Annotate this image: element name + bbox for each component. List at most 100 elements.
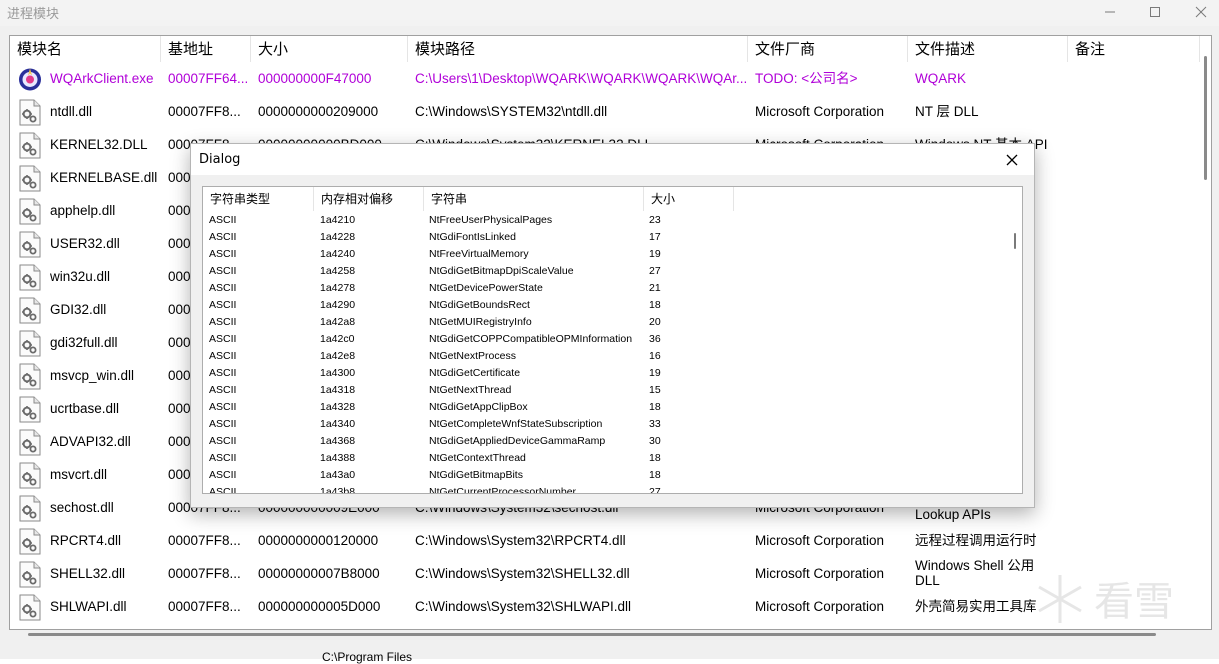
description-cell: NT 层 DLL — [915, 104, 979, 119]
col-header-base-address[interactable]: 基地址 — [161, 36, 251, 62]
dll-gear-icon — [19, 495, 41, 522]
module-row[interactable]: SHELL32.dll 00007FF8... 00000000007B8000 C:… — [10, 557, 1200, 590]
col-header-string-size[interactable]: 大小 — [644, 187, 734, 211]
window-title: 进程模块 — [7, 7, 60, 22]
maximize-button[interactable] — [1132, 0, 1178, 24]
string-row[interactable]: ASCII 1a4290 NtGdiGetBoundsRect 18 — [203, 297, 1008, 314]
string-row[interactable]: ASCII 1a4240 NtFreeVirtualMemory 19 — [203, 246, 1008, 263]
relative-offset-cell: 1a4228 — [320, 231, 356, 243]
module-name-cell: ntdll.dll — [50, 104, 93, 119]
minimize-button[interactable] — [1087, 0, 1133, 24]
string-size-cell: 27 — [649, 265, 661, 277]
string-value-cell: NtGetDevicePowerState — [429, 282, 543, 294]
module-row[interactable]: WQArkClient.exe 00007FF64... 000000000F470… — [10, 62, 1200, 95]
string-row[interactable]: ASCII 1a4300 NtGdiGetCertificate 19 — [203, 365, 1008, 382]
module-name-cell: apphelp.dll — [50, 203, 116, 218]
string-value-cell: NtGdiGetCertificate — [429, 367, 521, 379]
string-size-cell: 36 — [649, 333, 661, 345]
module-path-cell: C:\Windows\System32\SHLWAPI.dll — [415, 599, 632, 614]
size-cell: 000000000F47000 — [258, 71, 372, 86]
col-header-string[interactable]: 字符串 — [424, 187, 644, 211]
description-cell: WQARK — [915, 71, 967, 86]
relative-offset-cell: 1a4318 — [320, 384, 356, 396]
module-row[interactable]: RPCRT4.dll 00007FF8... 0000000000120000 C:\… — [10, 524, 1200, 557]
vertical-scrollbar[interactable] — [1207, 76, 1211, 629]
dialog-close-button[interactable] — [997, 148, 1027, 172]
string-list-scrollbar-thumb[interactable] — [1014, 233, 1016, 249]
hidden-row-path-text: C:\Program Files — [322, 650, 413, 664]
relative-offset-cell: 1a4328 — [320, 401, 356, 413]
string-size-cell: 33 — [649, 418, 661, 430]
relative-offset-cell: 1a4278 — [320, 282, 356, 294]
string-type-cell: ASCII — [209, 214, 237, 226]
string-size-cell: 27 — [649, 486, 661, 494]
string-type-cell: ASCII — [209, 452, 237, 464]
col-header-module-path[interactable]: 模块路径 — [408, 36, 748, 62]
module-name-cell: USER32.dll — [50, 236, 120, 251]
string-row[interactable]: ASCII 1a4278 NtGetDevicePowerState 21 — [203, 280, 1008, 297]
module-row[interactable]: ntdll.dll 00007FF8... 0000000000209000 C:\W… — [10, 95, 1200, 128]
col-header-string-type[interactable]: 字符串类型 — [203, 187, 314, 211]
string-row[interactable]: ASCII 1a4318 NtGetNextThread 15 — [203, 382, 1008, 399]
size-cell: 0000000000209000 — [258, 104, 379, 119]
string-row[interactable]: ASCII 1a43b8 NtGetCurrentProcessorNumber 27 — [203, 484, 1008, 494]
dll-gear-icon — [19, 198, 41, 225]
dll-gear-icon — [19, 396, 41, 423]
string-size-cell: 23 — [649, 214, 661, 226]
string-row[interactable]: ASCII 1a4368 NtGdiGetAppliedDeviceGammaRam… — [203, 433, 1008, 450]
module-path-cell: C:\Windows\System32\SHELL32.dll — [415, 566, 630, 581]
string-size-cell: 18 — [649, 452, 661, 464]
module-name-cell: msvcrt.dll — [50, 467, 107, 482]
vertical-scrollbar-thumb[interactable] — [1204, 56, 1207, 180]
string-list[interactable]: 字符串类型 内存相对偏移 字符串 大小 ASCII 1a4210 NtFreeUse… — [202, 186, 1023, 494]
string-row[interactable]: ASCII 1a42c0 NtGdiGetCOPPCompatibleOPMInfo… — [203, 331, 1008, 348]
string-type-cell: ASCII — [209, 333, 237, 345]
close-button[interactable] — [1178, 0, 1219, 24]
note-cell — [1075, 359, 1195, 392]
col-header-vendor[interactable]: 文件厂商 — [748, 36, 908, 62]
dll-gear-icon — [19, 462, 41, 489]
col-header-module-name[interactable]: 模块名 — [10, 36, 161, 62]
string-type-cell: ASCII — [209, 486, 237, 494]
base-address-cell: 00007FF8... — [168, 533, 241, 548]
relative-offset-cell: 1a4368 — [320, 435, 356, 447]
note-cell — [1075, 491, 1195, 524]
col-header-description[interactable]: 文件描述 — [908, 36, 1068, 62]
string-type-cell: ASCII — [209, 282, 237, 294]
note-cell — [1075, 161, 1195, 194]
string-row[interactable]: ASCII 1a43a0 NtGdiGetBitmapBits 18 — [203, 467, 1008, 484]
string-row[interactable]: ASCII 1a4210 NtFreeUserPhysicalPages 23 — [203, 212, 1008, 229]
string-value-cell: NtGdiFontIsLinked — [429, 231, 516, 243]
dll-gear-icon — [19, 132, 41, 159]
string-row[interactable]: ASCII 1a4388 NtGetContextThread 18 — [203, 450, 1008, 467]
watermark-text: 看雪 — [1094, 579, 1174, 625]
col-header-relative-offset[interactable]: 内存相对偏移 — [314, 187, 424, 211]
relative-offset-cell: 1a43b8 — [320, 486, 356, 494]
vendor-cell: TODO: <公司名> — [755, 71, 858, 86]
string-row[interactable]: ASCII 1a4228 NtGdiFontIsLinked 17 — [203, 229, 1008, 246]
module-list-header: 模块名 基地址 大小 模块路径 文件厂商 文件描述 备注 — [10, 36, 1200, 62]
col-header-note[interactable]: 备注 — [1068, 36, 1200, 62]
string-row[interactable]: ASCII 1a4340 NtGetCompleteWnfStateSubscrip… — [203, 416, 1008, 433]
col-header-size[interactable]: 大小 — [251, 36, 408, 62]
string-row[interactable]: ASCII 1a4258 NtGdiGetBitmapDpiScaleValue 27 — [203, 263, 1008, 280]
dll-gear-icon — [19, 561, 41, 588]
string-row[interactable]: ASCII 1a4328 NtGdiGetAppClipBox 18 — [203, 399, 1008, 416]
module-name-cell: ucrtbase.dll — [50, 401, 120, 416]
module-row[interactable]: SHLWAPI.dll 00007FF8... 000000000005D000 C:… — [10, 590, 1200, 623]
module-name-cell: GDI32.dll — [50, 302, 107, 317]
string-size-cell: 18 — [649, 299, 661, 311]
dll-gear-icon — [19, 165, 41, 192]
module-name-cell: KERNELBASE.dll — [50, 170, 158, 185]
string-size-cell: 16 — [649, 350, 661, 362]
dll-gear-icon — [19, 231, 41, 258]
string-row[interactable]: ASCII 1a42a8 NtGetMUIRegistryInfo 20 — [203, 314, 1008, 331]
description-cell: 远程过程调用运行时 — [915, 533, 1037, 548]
string-value-cell: NtGetNextThread — [429, 384, 512, 396]
size-cell: 0000000000120000 — [258, 533, 379, 548]
string-size-cell: 21 — [649, 282, 661, 294]
string-type-cell: ASCII — [209, 367, 237, 379]
horizontal-scrollbar-thumb[interactable] — [28, 633, 1156, 636]
string-type-cell: ASCII — [209, 316, 237, 328]
string-row[interactable]: ASCII 1a42e8 NtGetNextProcess 16 — [203, 348, 1008, 365]
